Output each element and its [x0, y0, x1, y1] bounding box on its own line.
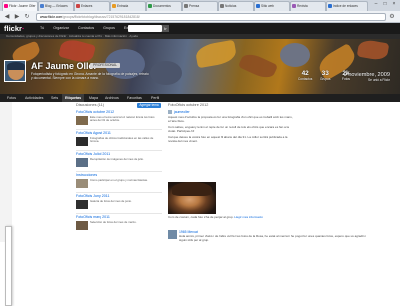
browser-tab[interactable]: Sitio web — [254, 1, 290, 11]
divider — [76, 192, 162, 193]
post-footer: Com de costum, cada foto s'ha de penjar … — [168, 215, 263, 219]
favicon-icon — [112, 4, 116, 8]
add-topic-button[interactable]: Agregar tema — [137, 103, 161, 108]
tab-activity[interactable]: Actividades — [22, 94, 46, 102]
post-photo[interactable] — [168, 182, 216, 214]
post-title: FotoOficis octubre 2012 — [168, 103, 209, 107]
minimize-icon[interactable]: – — [372, 1, 380, 7]
left-gutter — [0, 102, 12, 242]
nav-item-groups[interactable]: Grupos — [103, 26, 115, 30]
favicon-icon — [4, 4, 8, 8]
browser-tab[interactable]: Entrada — [110, 1, 146, 11]
flickr-header: flickr· Tú Organizar Contactos Grupos Ex… — [0, 23, 400, 34]
post-author[interactable]: jaumeoller — [174, 110, 190, 114]
nav-item-you[interactable]: Tú — [40, 26, 44, 30]
list-item[interactable]: FotoOficis Juny 2011 Galería de fotos de… — [76, 194, 162, 209]
favicon-icon — [76, 4, 80, 8]
comment-text: Hola amics, primer d'això i de l'altre v… — [179, 234, 367, 242]
divider — [76, 171, 162, 172]
address-bar[interactable]: www.flickr.com/groups/flickrfotoblog/dis… — [36, 13, 386, 21]
tab-archives[interactable]: Archivos — [102, 94, 122, 102]
read-more-link[interactable]: Llegir més informació — [234, 215, 263, 219]
thumbnail[interactable] — [76, 179, 88, 188]
browser-tabstrip: Flickr: Jaume Oller Blog — Enlaces Enlac… — [0, 0, 400, 11]
flickr-logo[interactable]: flickr· — [4, 24, 24, 33]
browser-tab[interactable]: Documentos — [146, 1, 182, 11]
back-icon[interactable]: ◀ — [3, 13, 11, 21]
side-panel — [5, 226, 12, 306]
favicon-icon — [148, 4, 152, 8]
browser-tab[interactable]: Noticias — [218, 1, 254, 11]
thumbnail[interactable] — [76, 137, 88, 146]
tab-favorites[interactable]: Favoritas — [124, 94, 145, 102]
maximize-icon[interactable]: □ — [381, 1, 389, 7]
favicon-icon — [328, 4, 332, 8]
tab-profile[interactable]: Perfil — [148, 94, 162, 102]
browser-tab[interactable]: Enlaces — [74, 1, 110, 11]
tab-photos[interactable]: Fotos — [4, 94, 19, 102]
favicon-icon — [256, 4, 260, 8]
close-icon[interactable]: × — [390, 1, 398, 7]
favicon-icon — [40, 4, 44, 8]
tab-sets[interactable]: Sets — [48, 94, 61, 102]
search-input[interactable] — [128, 25, 162, 32]
profile-tabs: Fotos Actividades Sets Etiquetas Mapa Ar… — [0, 94, 400, 102]
thumbnail[interactable] — [76, 221, 88, 230]
pro-badge[interactable]: PROFESIONAL — [90, 63, 121, 68]
nav-item-contacts[interactable]: Contactos — [78, 26, 94, 30]
forward-icon[interactable]: ▶ — [13, 13, 21, 21]
user-icon[interactable] — [168, 110, 172, 114]
thumbnail[interactable] — [76, 116, 88, 125]
reload-icon[interactable]: ↻ — [23, 13, 31, 21]
favicon-icon — [184, 4, 188, 8]
divider — [76, 129, 162, 130]
stat-contacts[interactable]: 42 Contactos — [298, 70, 312, 81]
browser-tab[interactable]: Blog — Enlaces — [38, 1, 74, 11]
wrench-icon[interactable]: ⚙ — [388, 13, 396, 21]
nav-item-organize[interactable]: Organizar — [53, 26, 69, 30]
list-item[interactable]: Instrucciones Cómo participar en el grup… — [76, 173, 162, 188]
profile-name: AF Jaume Oller — [31, 61, 98, 71]
stat-groups[interactable]: 33 Grupos — [320, 70, 330, 81]
favicon-icon — [220, 4, 224, 8]
list-item[interactable]: FotoOficis Agost 2011 Fotografías de ofi… — [76, 131, 162, 146]
search-button[interactable]: Ir — [162, 25, 169, 32]
tab-map[interactable]: Mapa — [86, 94, 101, 102]
browser-tab[interactable]: Indice de enlaces — [326, 1, 368, 11]
joined-date: 9 noviembre, 2009 Se unió a Flickr — [343, 72, 390, 82]
browser-tab[interactable]: Flickr: Jaume Oller — [2, 1, 38, 11]
list-item[interactable]: FotoOficis març 2011 Selección de fotos … — [76, 215, 162, 230]
avatar[interactable] — [4, 60, 26, 82]
main-content: Discusiones (11) Agregar tema FotoOficis… — [0, 102, 400, 306]
list-item[interactable]: FotoOficis Juliol 2011 Recopilación de i… — [76, 152, 162, 167]
post-body: Aquest mes d'octubre la proposta és fer … — [168, 115, 293, 143]
favicon-icon — [292, 4, 296, 8]
thumbnail[interactable] — [76, 200, 88, 209]
divider — [76, 150, 162, 151]
tab-tags[interactable]: Etiquetas — [62, 94, 85, 102]
discussion-post: FotoOficis octubre 2012 jaumeoller Aques… — [168, 102, 378, 242]
divider — [76, 213, 162, 214]
discussion-list: Discusiones (11) Agregar tema FotoOficis… — [76, 102, 162, 242]
thumbnail[interactable] — [76, 158, 88, 167]
list-item[interactable]: FotoOficis octubre 2012 Este mes el tema… — [76, 110, 162, 125]
browser-tab[interactable]: Prensa — [182, 1, 218, 11]
browser-toolbar: ◀ ▶ ↻ www.flickr.com/groups/flickrfotobl… — [0, 11, 400, 23]
avatar[interactable] — [168, 230, 177, 239]
browser-tab[interactable]: Revista — [290, 1, 326, 11]
profile-description: Fotoperiodista y fotógrafo en Girona. Am… — [31, 72, 149, 80]
